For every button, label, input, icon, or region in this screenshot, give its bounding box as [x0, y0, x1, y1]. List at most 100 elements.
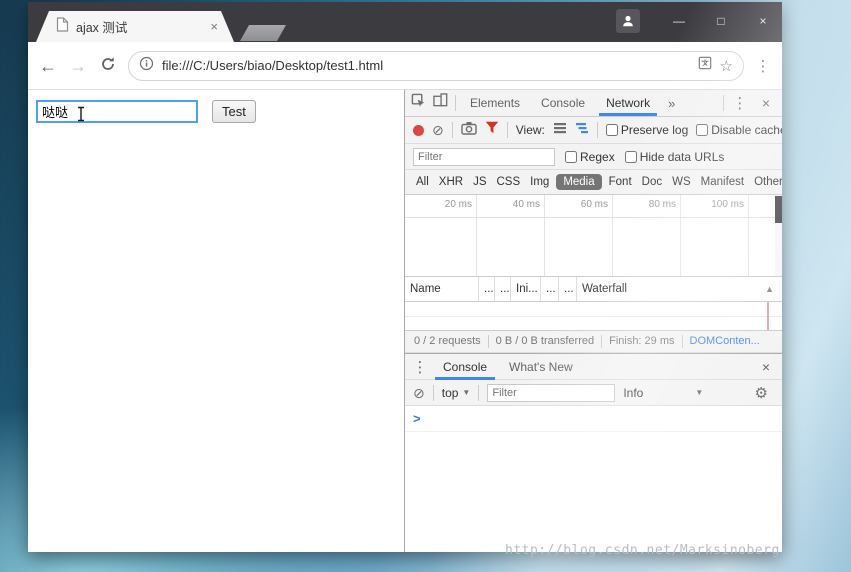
- timeline-gridline: [612, 195, 613, 276]
- column-header-waterfall[interactable]: Waterfall ▲: [577, 277, 782, 301]
- load-event-line: [767, 302, 769, 330]
- type-filter-css[interactable]: CSS: [493, 174, 523, 190]
- console-prompt-icon: >: [413, 411, 421, 426]
- network-status-bar: 0 / 2 requests 0 B / 0 B transferred Fin…: [405, 330, 782, 353]
- tab-elements[interactable]: Elements: [463, 90, 527, 116]
- console-clear-icon[interactable]: ⊘: [413, 386, 425, 400]
- hide-data-urls-label: Hide data URLs: [640, 150, 725, 164]
- separator: [723, 95, 724, 111]
- user-avatar-icon: [621, 14, 635, 28]
- domcontentloaded-time: DOMConten...: [682, 335, 767, 348]
- type-filter-font[interactable]: Font: [606, 174, 635, 190]
- type-filter-media[interactable]: Media: [556, 174, 601, 190]
- record-button[interactable]: [413, 125, 424, 136]
- network-overview[interactable]: 20 ms 40 ms 60 ms 80 ms 100 ms: [405, 195, 782, 277]
- page-text-input[interactable]: [36, 100, 198, 123]
- tab-close-icon[interactable]: ×: [210, 20, 218, 33]
- tick-label: 60 ms: [548, 199, 608, 210]
- address-bar[interactable]: file:///C:/Users/biao/Desktop/test1.html…: [128, 51, 744, 81]
- window-close-button[interactable]: ×: [752, 14, 774, 28]
- watermark-text: http://blog.csdn.net/Marksinoberg: [505, 543, 780, 558]
- timeline-gridline: [476, 195, 477, 276]
- devtools-menu-icon[interactable]: ⋮: [731, 94, 749, 112]
- settings-gear-icon[interactable]: ⚙: [755, 384, 768, 402]
- resource-type-filters: All XHR JS CSS Img Media Font Doc WS Man…: [405, 170, 782, 195]
- browser-tab[interactable]: ajax 测试 ×: [36, 11, 234, 42]
- back-button[interactable]: ←: [38, 57, 58, 75]
- regex-checkbox[interactable]: [565, 151, 577, 163]
- column-header-status[interactable]: ...: [479, 277, 495, 301]
- tick-label: 40 ms: [480, 199, 540, 210]
- type-filter-doc[interactable]: Doc: [639, 174, 665, 190]
- devtools-close-icon[interactable]: ×: [756, 95, 776, 111]
- url-text[interactable]: file:///C:/Users/biao/Desktop/test1.html: [162, 58, 690, 73]
- drawer-menu-icon[interactable]: ⋮: [411, 358, 429, 376]
- filter-funnel-icon[interactable]: [485, 121, 499, 139]
- preserve-log-label: Preserve log: [621, 123, 688, 137]
- type-filter-js[interactable]: JS: [470, 174, 489, 190]
- console-prompt-row[interactable]: >: [405, 406, 782, 432]
- network-filter-input[interactable]: [413, 148, 555, 166]
- scrollbar-thumb[interactable]: [775, 196, 782, 223]
- screenshot-camera-icon[interactable]: [461, 121, 477, 140]
- maximize-button[interactable]: □: [710, 14, 732, 28]
- clear-icon[interactable]: ⊘: [432, 123, 444, 137]
- column-header-initiator[interactable]: Ini...: [511, 277, 541, 301]
- drawer-close-icon[interactable]: ×: [756, 359, 776, 375]
- requests-count: 0 / 2 requests: [407, 335, 488, 348]
- type-filter-other[interactable]: Other: [751, 174, 782, 190]
- new-tab-button[interactable]: [240, 25, 286, 41]
- drawer-tab-console[interactable]: Console: [435, 354, 495, 380]
- page-favicon-icon: [56, 17, 69, 37]
- view-list-icon[interactable]: [553, 121, 567, 139]
- type-filter-ws[interactable]: WS: [669, 174, 694, 190]
- page-info-icon[interactable]: [139, 56, 154, 76]
- row-divider: [405, 316, 782, 317]
- test-button[interactable]: Test: [212, 100, 256, 123]
- network-toolbar: ⊘ View:: [405, 117, 782, 144]
- scroll-up-icon[interactable]: ▲: [765, 277, 774, 301]
- finish-time: Finish: 29 ms: [601, 335, 681, 348]
- browser-menu-icon[interactable]: ⋮: [754, 57, 772, 75]
- drawer-tab-whats-new[interactable]: What's New: [501, 354, 581, 380]
- console-filter-input[interactable]: [487, 384, 615, 402]
- device-toolbar-icon[interactable]: [433, 93, 448, 113]
- translate-icon[interactable]: [698, 56, 712, 75]
- bookmark-star-icon[interactable]: ☆: [720, 57, 733, 75]
- profile-avatar-button[interactable]: [616, 9, 640, 33]
- type-filter-manifest[interactable]: Manifest: [698, 174, 747, 190]
- column-header-time[interactable]: ...: [559, 277, 577, 301]
- reload-button[interactable]: [98, 56, 118, 75]
- browser-window: ajax 测试 × — □ × ← →: [28, 2, 782, 552]
- requests-table-body[interactable]: [405, 302, 782, 330]
- tab-console[interactable]: Console: [534, 90, 592, 116]
- chevron-down-icon: ▼: [462, 388, 470, 397]
- context-selector[interactable]: top ▼: [442, 386, 471, 400]
- type-filter-all[interactable]: All: [413, 174, 432, 190]
- tab-network[interactable]: Network: [599, 90, 657, 116]
- column-header-size[interactable]: ...: [541, 277, 559, 301]
- log-level-selector[interactable]: Info ▼: [623, 386, 703, 400]
- scrollbar-track[interactable]: [775, 195, 782, 276]
- hide-data-urls-checkbox[interactable]: [625, 151, 637, 163]
- view-waterfall-icon[interactable]: [575, 121, 589, 139]
- log-level-value: Info: [623, 386, 643, 400]
- minimize-button[interactable]: —: [668, 14, 690, 28]
- forward-button[interactable]: →: [68, 57, 88, 75]
- preserve-log-checkbox[interactable]: [606, 124, 618, 136]
- type-filter-img[interactable]: Img: [527, 174, 552, 190]
- titlebar: ajax 测试 × — □ ×: [28, 2, 782, 42]
- inspect-element-icon[interactable]: [411, 93, 426, 113]
- console-messages-area[interactable]: >: [405, 406, 782, 552]
- devtools-panel: Elements Console Network » ⋮ × ⊘: [404, 90, 782, 552]
- tick-label: 20 ms: [412, 199, 472, 210]
- waterfall-label: Waterfall: [582, 283, 627, 295]
- column-header-name[interactable]: Name: [405, 277, 479, 301]
- disable-cache-checkbox[interactable]: [696, 124, 708, 136]
- more-tabs-icon[interactable]: »: [664, 96, 679, 111]
- type-filter-xhr[interactable]: XHR: [436, 174, 466, 190]
- context-selector-value: top: [442, 386, 459, 400]
- column-header-type[interactable]: ...: [495, 277, 511, 301]
- disable-cache-label: Disable cache: [711, 123, 782, 137]
- ruler-divider: [405, 217, 782, 218]
